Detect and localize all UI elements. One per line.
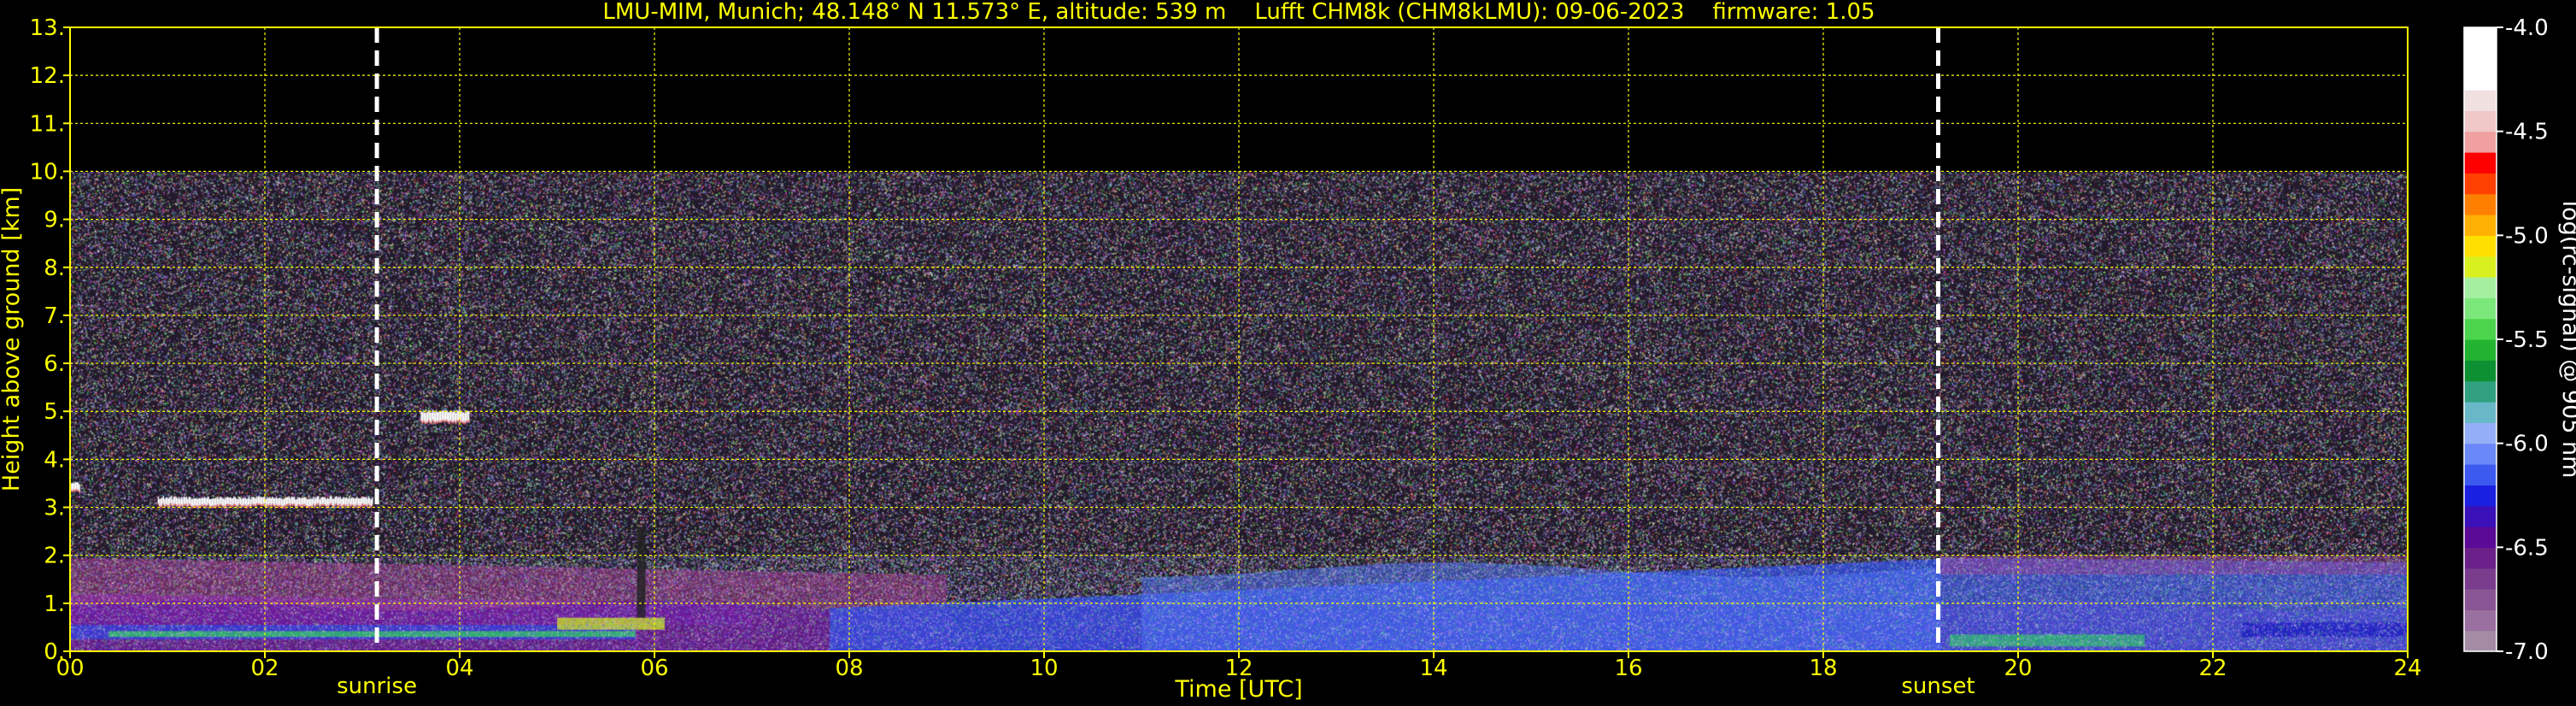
x-tick-label: 14: [1419, 656, 1447, 681]
colorbar-segment: [2464, 360, 2497, 382]
colorbar-segment: [2464, 422, 2497, 444]
x-tick-label: 10: [1030, 656, 1058, 681]
colorbar-segment: [2464, 380, 2497, 403]
x-tick-label: 22: [2198, 656, 2227, 681]
colorbar-segment: [2464, 173, 2497, 195]
colorbar-segment: [2464, 547, 2497, 569]
y-tick-label: 10.: [30, 159, 65, 185]
chart-title: LMU-MIM, Munich; 48.148° N 11.573° E, al…: [602, 0, 1875, 25]
colorbar-segment: [2464, 339, 2497, 361]
colorbar-segment: [2464, 131, 2497, 153]
colorbar-segment: [2464, 152, 2497, 174]
colorbar-segment: [2464, 630, 2497, 652]
colorbar-tick-label: -6.0: [2505, 432, 2549, 457]
y-tick-label: 3.: [44, 496, 65, 521]
y-tick-label: 12.: [30, 63, 65, 89]
colorbar-segment: [2464, 402, 2497, 423]
x-tick-label: 04: [445, 656, 473, 681]
x-tick-label: 08: [835, 656, 863, 681]
colorbar-tick-label: -7.0: [2505, 639, 2549, 665]
x-axis-label: Time [UTC]: [1174, 676, 1302, 703]
colorbar-label: log(rc-signal) @ 905 nm: [2557, 201, 2576, 479]
y-tick-label: 6.: [44, 351, 65, 377]
colorbar-segment: [2464, 48, 2497, 70]
x-tick-label: 02: [250, 656, 279, 681]
colorbar-segment: [2464, 110, 2497, 132]
y-tick-label: 13.: [30, 15, 65, 41]
colorbar-segment: [2464, 527, 2497, 548]
colorbar-segment: [2464, 277, 2497, 298]
y-tick-label: 8.: [44, 256, 65, 281]
colorbar-segment: [2464, 485, 2497, 507]
x-tick-label: 16: [1614, 656, 1642, 681]
plot-area: [69, 26, 2409, 652]
x-tick-label: 24: [2393, 656, 2421, 681]
y-tick-label: 4.: [44, 447, 65, 473]
marker-label-sunrise: sunrise: [337, 674, 417, 699]
colorbar-tick-label: -4.5: [2505, 120, 2549, 145]
colorbar-tick-label: -5.0: [2505, 223, 2549, 249]
colorbar-segment: [2464, 568, 2497, 590]
colorbar-gradient: [2464, 27, 2497, 652]
y-tick-label: 5.: [44, 399, 65, 425]
y-tick-label: 0.: [44, 639, 65, 665]
colorbar-tick-label: -5.5: [2505, 327, 2549, 353]
colorbar-segment: [2464, 215, 2497, 236]
colorbar-segment: [2464, 464, 2497, 485]
marker-label-sunset: sunset: [1901, 674, 1975, 699]
y-tick-label: 2.: [44, 544, 65, 569]
colorbar-segment: [2464, 297, 2497, 320]
y-tick-label: 11.: [30, 111, 65, 137]
colorbar-tick-label: -4.0: [2505, 15, 2549, 41]
colorbar-segment: [2464, 443, 2497, 465]
colorbar-segment: [2464, 256, 2497, 278]
colorbar-tick-label: -6.5: [2505, 535, 2549, 561]
ceilometer-chart: 00 02 04 06 08 10 12 14 16 18 20 22 24 0.1.2.3.4.5.6…: [0, 0, 2576, 706]
x-tick-label: 06: [640, 656, 668, 681]
y-tick-label: 9.: [44, 208, 65, 233]
colorbar-segment: [2464, 68, 2497, 91]
colorbar-segment: [2464, 505, 2497, 527]
colorbar-segment: [2464, 27, 2497, 49]
colorbar-segment: [2464, 318, 2497, 340]
colorbar-segment: [2464, 235, 2497, 257]
colorbar-segment: [2464, 90, 2497, 111]
y-axis-label: Height above ground [km]: [0, 187, 25, 491]
colorbar-segment: [2464, 589, 2497, 610]
colorbar-segment: [2464, 609, 2497, 632]
y-tick-label: 7.: [44, 303, 65, 329]
colorbar-segment: [2464, 193, 2497, 215]
x-tick-label: 18: [1809, 656, 1837, 681]
y-tick-label: 1.: [44, 591, 65, 617]
x-tick-label: 20: [2004, 656, 2032, 681]
